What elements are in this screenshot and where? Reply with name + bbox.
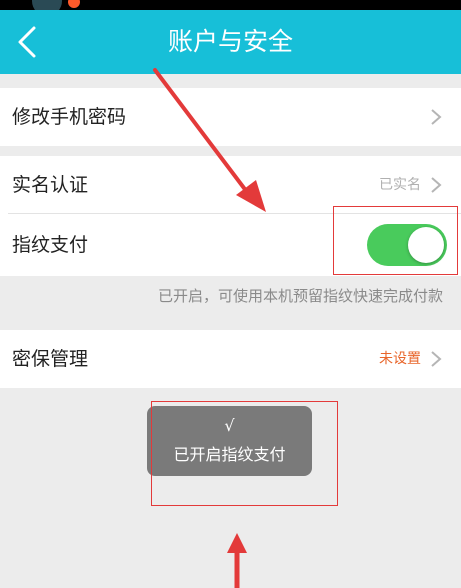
fingerprint-hint: 已开启，可使用本机预留指纹快速完成付款 (157, 287, 443, 305)
annotation-box-toggle (333, 206, 458, 275)
chevron-right-icon (431, 351, 442, 367)
chevron-right-icon (431, 109, 442, 125)
status-bar (0, 0, 461, 16)
notification-dot-icon (68, 0, 80, 8)
fingerprint-label: 指纹支付 (12, 234, 89, 256)
arrow-up-icon (227, 533, 247, 588)
security-question-status: 未设置 (379, 351, 421, 367)
realname-label: 实名认证 (12, 174, 89, 196)
security-question-row[interactable]: 密保管理 未设置 (0, 330, 461, 388)
page-title: 账户与安全 (167, 27, 293, 56)
annotation-box-toast (151, 401, 338, 506)
header-bar: 账户与安全 (0, 10, 461, 74)
chevron-right-icon (431, 177, 442, 193)
change-password-label: 修改手机密码 (12, 106, 127, 128)
security-question-label: 密保管理 (12, 348, 89, 370)
change-password-row[interactable]: 修改手机密码 (0, 88, 461, 146)
